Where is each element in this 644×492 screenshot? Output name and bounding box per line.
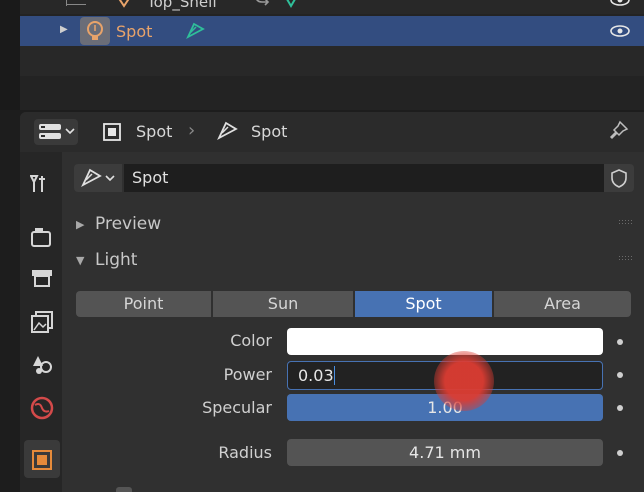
outliner-row-empty [20, 46, 644, 76]
breadcrumb-data[interactable]: Spot [251, 122, 287, 141]
vertex-group-icon[interactable] [282, 0, 300, 10]
spot-light-icon [81, 168, 115, 188]
spot-light-icon[interactable] [184, 21, 206, 41]
pin-icon[interactable] [608, 120, 630, 142]
light-datablock-selector: Spot [74, 164, 634, 192]
editor-type-icon [39, 124, 75, 139]
power-keyframe-dot[interactable] [617, 372, 623, 378]
light-collapse-icon[interactable]: ▼ [76, 254, 84, 267]
view-layer-tab-icon[interactable] [30, 310, 54, 334]
datablock-browse-button[interactable] [74, 164, 122, 192]
color-label: Color [230, 331, 272, 350]
specular-label: Specular [202, 398, 272, 417]
eye-icon[interactable] [610, 25, 630, 37]
datablock-name-field[interactable]: Spot [124, 164, 604, 192]
outliner: Top_Shelf ▶ Spot [0, 0, 644, 110]
breadcrumb-separator-icon: › [188, 120, 196, 141]
outliner-row-spot[interactable] [20, 16, 644, 46]
mouse-cursor-highlight [434, 351, 494, 411]
light-type-point[interactable]: Point [76, 291, 211, 317]
object-tab-icon[interactable] [30, 448, 54, 472]
tree-line-h [66, 4, 86, 5]
power-label: Power [223, 365, 272, 384]
shield-icon [611, 169, 627, 188]
tree-line [66, 0, 67, 6]
blender-window: Top_Shelf ▶ Spot Spot › Spot Spot ▶ Prev… [0, 0, 644, 492]
color-keyframe-dot[interactable] [617, 339, 623, 345]
power-value: 0.03 [298, 366, 334, 385]
mesh-icon [118, 0, 130, 8]
fake-user-button[interactable] [604, 164, 634, 192]
outliner-left-strip [0, 0, 20, 110]
scene-tab-icon[interactable] [30, 352, 54, 376]
light-type-sun[interactable]: Sun [213, 291, 353, 317]
light-type-spot[interactable]: Spot [355, 291, 492, 317]
spot-data-icon [217, 121, 238, 141]
outliner-item-label: Top_Shelf [147, 0, 218, 11]
breadcrumb-object[interactable]: Spot [136, 122, 172, 141]
panel-grip-icon[interactable] [618, 219, 632, 225]
text-cursor [334, 366, 335, 385]
panel-grip-icon[interactable] [618, 255, 632, 261]
checkbox-partial[interactable] [116, 487, 132, 492]
radius-keyframe-dot[interactable] [617, 450, 623, 456]
modifier-link-icon [256, 0, 270, 6]
specular-keyframe-dot[interactable] [617, 405, 623, 411]
radius-input[interactable]: 4.71 mm [287, 439, 603, 466]
object-icon [103, 123, 121, 141]
preview-expand-icon[interactable]: ▶ [76, 218, 84, 231]
radius-label: Radius [218, 443, 272, 462]
tool-tab-icon[interactable] [30, 172, 54, 196]
preview-panel-header[interactable]: Preview [95, 214, 161, 234]
expand-arrow-icon[interactable]: ▶ [60, 24, 68, 35]
light-panel-header[interactable]: Light [95, 250, 137, 270]
render-tab-icon[interactable] [30, 226, 54, 250]
color-swatch[interactable] [287, 328, 603, 355]
bulb-icon [87, 21, 103, 40]
light-type-area[interactable]: Area [494, 291, 631, 317]
eye-icon[interactable] [610, 0, 630, 6]
world-tab-icon[interactable] [30, 396, 54, 420]
outliner-selected-label[interactable]: Spot [116, 22, 152, 41]
datablock-name: Spot [132, 168, 169, 187]
output-tab-icon[interactable] [30, 266, 54, 290]
radius-value: 4.71 mm [409, 443, 481, 462]
